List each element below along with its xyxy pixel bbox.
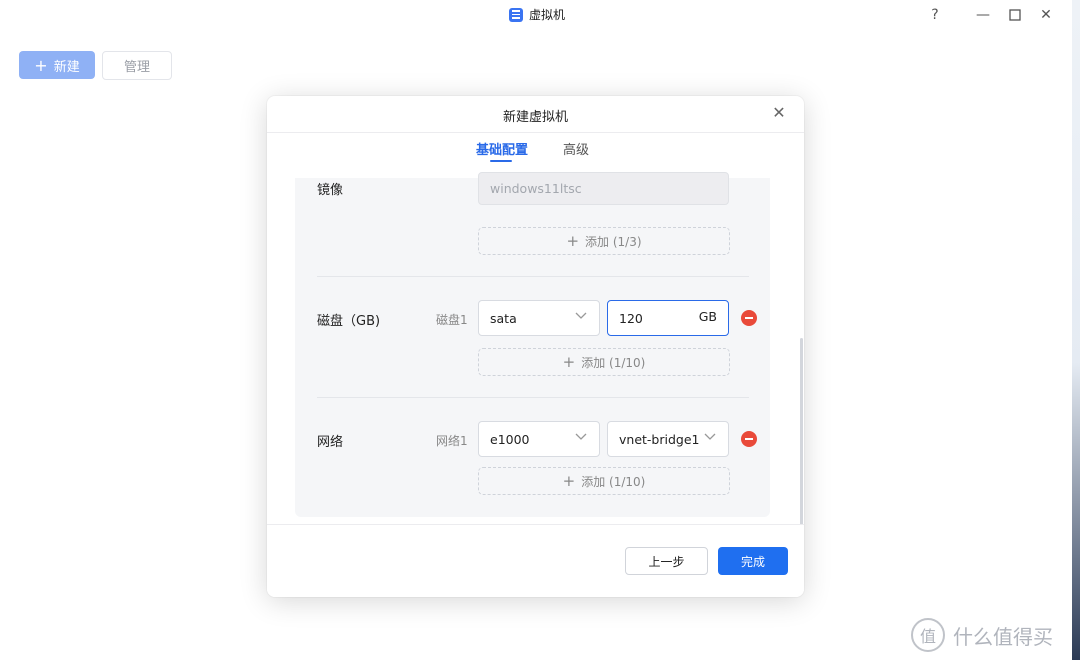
scrollbar[interactable] bbox=[800, 338, 803, 526]
active-tab-indicator bbox=[490, 160, 512, 162]
plus-icon: + bbox=[34, 55, 48, 75]
watermark-text: 什么值得买 bbox=[953, 624, 1053, 649]
virtual-machine-icon bbox=[509, 7, 523, 22]
chevron-down-icon bbox=[575, 431, 587, 444]
close-window-icon[interactable]: ✕ bbox=[1034, 4, 1058, 26]
plus-icon: + bbox=[566, 231, 580, 250]
chevron-down-icon bbox=[575, 310, 587, 323]
disk-size-input[interactable]: 120 GB bbox=[607, 300, 729, 336]
tab-basic-config[interactable]: 基础配置 bbox=[476, 139, 528, 158]
maximize-icon[interactable] bbox=[1003, 4, 1027, 26]
tab-advanced[interactable]: 高级 bbox=[563, 139, 589, 158]
disk-label: 磁盘（GB) bbox=[317, 314, 381, 329]
plus-icon: + bbox=[562, 352, 576, 371]
dialog-title: 新建虚拟机 bbox=[502, 110, 568, 125]
image-input: windows11ltsc bbox=[478, 172, 729, 205]
disk-size-value: 120 bbox=[619, 310, 643, 326]
plus-icon: + bbox=[562, 471, 576, 490]
image-label: 镜像 bbox=[317, 183, 344, 198]
new-button-label: 新建 bbox=[53, 59, 80, 75]
network-adapter-select[interactable]: e1000 bbox=[478, 421, 600, 457]
network-bridge-value: vnet-bridge1 bbox=[619, 431, 700, 447]
remove-disk-icon[interactable] bbox=[741, 310, 757, 326]
help-icon[interactable]: ? bbox=[923, 4, 947, 26]
dialog-header: 新建虚拟机 ✕ bbox=[267, 96, 804, 133]
add-network-label: 添加 (1/10) bbox=[581, 474, 646, 489]
window-title-text: 虚拟机 bbox=[529, 8, 566, 22]
disk-size-unit: GB bbox=[698, 309, 717, 324]
watermark-logo-icon: 值 bbox=[911, 618, 945, 652]
desktop-edge bbox=[1072, 0, 1080, 660]
add-image-label: 添加 (1/3) bbox=[585, 234, 642, 249]
disk-type-select[interactable]: sata bbox=[478, 300, 600, 336]
network-label: 网络 bbox=[317, 435, 344, 450]
title-bar: 虚拟机 ? — ✕ bbox=[0, 0, 1072, 30]
form-scroll-area: 镜像 windows11ltsc + 添加 (1/3) 磁盘（GB) 磁盘1 s… bbox=[295, 172, 770, 517]
watermark: 值 什么值得买 bbox=[911, 618, 1053, 652]
disk1-label: 磁盘1 bbox=[436, 313, 468, 327]
add-disk-label: 添加 (1/10) bbox=[581, 355, 646, 370]
new-vm-dialog: 新建虚拟机 ✕ 基础配置 高级 镜像 windows11ltsc + 添加 (1… bbox=[267, 96, 804, 597]
window-title: 虚拟机 bbox=[509, 6, 565, 23]
remove-network-icon[interactable] bbox=[741, 431, 757, 447]
add-image-button[interactable]: + 添加 (1/3) bbox=[478, 227, 730, 255]
network1-label: 网络1 bbox=[436, 434, 468, 448]
close-icon[interactable]: ✕ bbox=[771, 105, 787, 121]
chevron-down-icon bbox=[704, 431, 716, 444]
previous-step-button[interactable]: 上一步 bbox=[625, 547, 708, 575]
minimize-icon[interactable]: — bbox=[971, 4, 995, 26]
divider bbox=[317, 276, 749, 277]
network-bridge-select[interactable]: vnet-bridge1 bbox=[607, 421, 729, 457]
manage-button[interactable]: 管理 bbox=[102, 51, 172, 80]
finish-button[interactable]: 完成 bbox=[718, 547, 788, 575]
app-window: 虚拟机 ? — ✕ + 新建 管理 新建虚拟机 ✕ 基础配置 高级 镜像 win… bbox=[0, 0, 1073, 660]
new-button[interactable]: + 新建 bbox=[19, 51, 95, 79]
divider bbox=[317, 397, 749, 398]
disk-type-value: sata bbox=[490, 310, 517, 326]
add-network-button[interactable]: + 添加 (1/10) bbox=[478, 467, 730, 495]
add-disk-button[interactable]: + 添加 (1/10) bbox=[478, 348, 730, 376]
network-adapter-value: e1000 bbox=[490, 431, 530, 447]
